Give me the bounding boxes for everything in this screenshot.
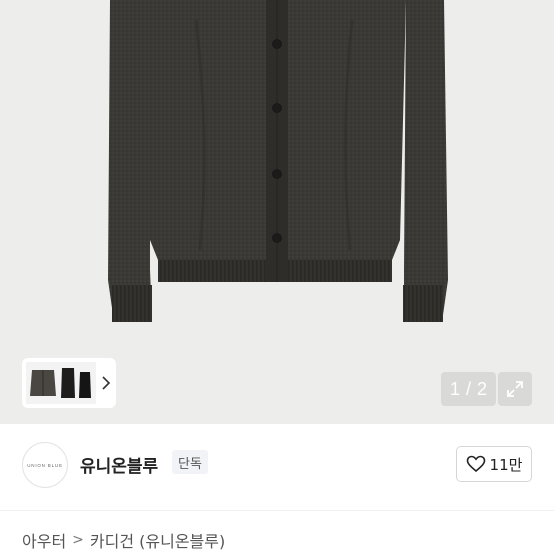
chevron-right-icon[interactable] [96,362,116,404]
brand-row: UNION BLUE 유니온블루 단독 11만 [0,424,554,510]
brand-logo-text: UNION BLUE [27,462,63,468]
brand-logo[interactable]: UNION BLUE [22,442,68,488]
product-image-gallery[interactable]: 1 / 2 [0,0,554,424]
total-pages: 2 [477,378,488,399]
thumbnail-preview[interactable] [26,362,96,404]
current-page: 1 [449,378,460,399]
page-separator: / [465,378,471,399]
breadcrumb-subcategory[interactable]: 카디건 (유니온블루) [90,528,225,552]
expand-arrows-icon [507,381,523,397]
breadcrumb-category[interactable]: 아우터 [22,528,66,552]
exclusive-badge: 단독 [172,450,208,474]
thumbnail-strip[interactable] [22,358,116,408]
breadcrumb-separator: > [72,532,84,548]
divider [0,510,554,511]
heart-outline-icon [466,455,485,473]
like-count: 11만 [489,455,523,474]
thumbnail-images [26,362,96,404]
breadcrumb: 아우터 > 카디건 (유니온블루) [22,528,225,552]
expand-button[interactable] [498,372,532,406]
brand-name[interactable]: 유니온블루 [80,452,158,477]
image-page-counter: 1 / 2 [441,372,496,406]
like-button[interactable]: 11만 [456,446,532,482]
